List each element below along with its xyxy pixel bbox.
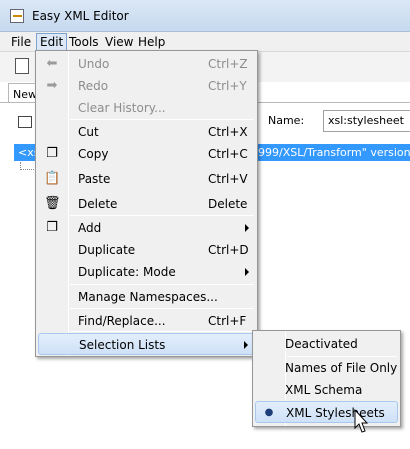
name-input[interactable]: xsl:stylesheet (323, 110, 410, 132)
menu-item-redo[interactable]: ➡ Redo Ctrl+Y (38, 75, 255, 97)
menu-separator (70, 331, 254, 332)
edit-menu: ⬅ Undo Ctrl+Z ➡ Redo Ctrl+Y Clear Histor… (35, 50, 258, 357)
submenu-arrow-icon (245, 224, 249, 232)
title-bar: Easy XML Editor (0, 0, 410, 32)
submenu-item-deactivated[interactable]: Deactivated (255, 333, 398, 355)
paste-icon: 📋 (44, 171, 61, 186)
new-document-icon[interactable] (15, 58, 29, 74)
menu-item-add[interactable]: ❐ Add (38, 217, 255, 239)
add-node-icon[interactable] (18, 116, 32, 128)
submenu-arrow-icon (244, 341, 248, 349)
trash-icon: 🗑 (44, 196, 61, 211)
menu-item-copy[interactable]: ❐ Copy Ctrl+C (38, 143, 255, 165)
menu-item-delete[interactable]: 🗑 Delete Delete (38, 193, 255, 215)
menu-separator (70, 215, 254, 216)
submenu-item-names-of-file-only[interactable]: Names of File Only (255, 357, 398, 379)
menu-item-cut[interactable]: Cut Ctrl+X (38, 121, 255, 143)
selection-lists-submenu: Deactivated Names of File Only XML Schem… (252, 330, 401, 427)
submenu-item-xml-schema[interactable]: XML Schema (255, 379, 398, 401)
mouse-pointer-icon (354, 409, 368, 433)
submenu-item-xml-stylesheets[interactable]: ● XML Stylesheets (255, 401, 398, 423)
menu-separator (70, 308, 254, 309)
menu-item-duplicate-mode[interactable]: Duplicate: Mode (38, 261, 255, 283)
menu-view[interactable]: View (102, 34, 136, 50)
menu-separator (70, 284, 254, 285)
copy-icon: ❐ (46, 146, 58, 161)
menu-item-find-replace[interactable]: Find/Replace... Ctrl+F (38, 310, 255, 332)
name-label: Name: (268, 114, 305, 127)
menu-edit[interactable]: Edit (36, 33, 68, 51)
add-node-icon: ❐ (46, 220, 58, 235)
menu-item-clear-history[interactable]: Clear History... (38, 97, 255, 119)
app-window: Easy XML Editor File Edit Tools View Hel… (0, 0, 410, 449)
menu-item-paste[interactable]: 📋 Paste Ctrl+V (38, 168, 255, 190)
tree-connector (20, 162, 34, 170)
menu-separator (70, 119, 254, 120)
menu-tools[interactable]: Tools (66, 34, 102, 50)
window-title: Easy XML Editor (32, 9, 129, 23)
menu-item-duplicate[interactable]: Duplicate Ctrl+D (38, 239, 255, 261)
app-icon (10, 9, 24, 23)
menu-bar: File Edit Tools View Help (0, 32, 410, 52)
menu-item-manage-namespaces[interactable]: Manage Namespaces... (38, 286, 255, 308)
menu-item-undo[interactable]: ⬅ Undo Ctrl+Z (38, 53, 255, 75)
menu-item-selection-lists[interactable]: Selection Lists (38, 333, 255, 355)
menu-help[interactable]: Help (135, 34, 168, 50)
tree-row-text-right: 999/XSL/Transform" version="2. (258, 146, 410, 159)
radio-selected-icon: ● (264, 407, 274, 418)
menu-file[interactable]: File (8, 34, 34, 50)
redo-icon: ➡ (46, 78, 58, 93)
submenu-arrow-icon (245, 268, 249, 276)
undo-icon: ⬅ (46, 56, 58, 71)
